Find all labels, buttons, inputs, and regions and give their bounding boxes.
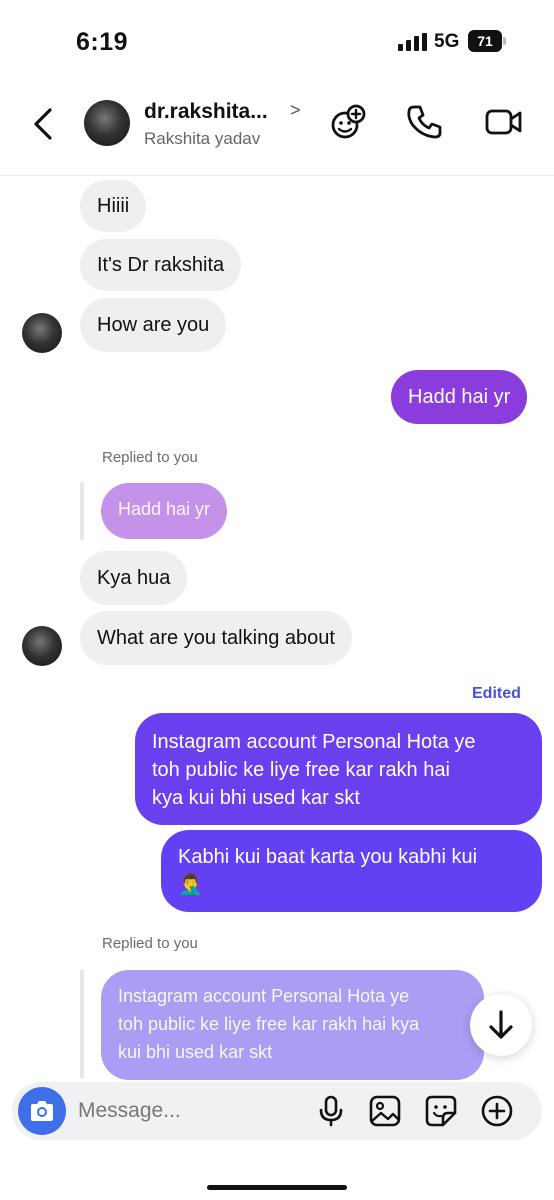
- message-received[interactable]: How are you: [80, 298, 227, 352]
- message-input[interactable]: [78, 1095, 298, 1127]
- camera-icon: [31, 1101, 53, 1121]
- message-received[interactable]: What are you talking about: [80, 611, 352, 665]
- phone-icon[interactable]: [404, 102, 444, 142]
- add-effect-icon[interactable]: [328, 102, 368, 142]
- facepalm-emoji: 🤦‍♂️: [178, 874, 203, 896]
- message-sent[interactable]: Kabhi kui baat karta you kabhi kui 🤦‍♂️: [161, 830, 542, 912]
- battery-tip: [503, 37, 506, 45]
- chevron-right-icon[interactable]: >: [290, 100, 301, 121]
- message-received[interactable]: It's Dr rakshita: [80, 239, 242, 291]
- sender-avatar[interactable]: [22, 313, 62, 353]
- image-icon[interactable]: [368, 1094, 402, 1128]
- message-sent[interactable]: Hadd hai yr: [391, 370, 528, 424]
- status-bar: 6:19 5G 71: [0, 0, 554, 80]
- microphone-icon[interactable]: [314, 1094, 348, 1128]
- message-received[interactable]: Kya hua: [80, 551, 188, 605]
- message-line: Instagram account Personal Hota ye: [152, 731, 476, 753]
- message-sent[interactable]: Instagram account Personal Hota ye toh p…: [135, 713, 542, 825]
- replied-label: Replied to you: [102, 449, 198, 466]
- home-indicator[interactable]: [207, 1185, 347, 1190]
- quoted-message[interactable]: Hadd hai yr: [101, 483, 228, 539]
- contact-display-name[interactable]: Rakshita yadav: [144, 129, 260, 149]
- battery-level: 71: [468, 30, 502, 52]
- arrow-down-icon: [489, 1010, 513, 1039]
- replied-label: Replied to you: [102, 935, 198, 952]
- quoted-message[interactable]: Instagram account Personal Hota ye toh p…: [101, 970, 484, 1080]
- sticker-icon[interactable]: [424, 1094, 458, 1128]
- camera-button[interactable]: [18, 1087, 66, 1135]
- sender-avatar[interactable]: [22, 626, 62, 666]
- quoted-line: Instagram account Personal Hota ye: [118, 986, 410, 1006]
- edited-label: Edited: [472, 685, 521, 702]
- chat-header: dr.rakshita... > Rakshita yadav: [0, 80, 554, 176]
- message-line: Kabhi kui baat karta you kabhi kui: [178, 846, 478, 868]
- scroll-down-button[interactable]: [470, 994, 532, 1056]
- contact-username[interactable]: dr.rakshita...: [144, 100, 268, 124]
- back-chevron-icon[interactable]: [30, 106, 60, 142]
- message-composer: [12, 1082, 542, 1140]
- message-received[interactable]: Hiiii: [80, 180, 147, 232]
- message-line: toh public ke liye free kar rakh hai: [152, 759, 450, 781]
- quoted-line: toh public ke liye free kar rakh hai kya: [118, 1014, 420, 1034]
- message-line: kya kui bhi used kar skt: [152, 787, 360, 809]
- reply-line: [80, 969, 84, 1079]
- network-label: 5G: [434, 31, 460, 52]
- status-time: 6:19: [76, 28, 129, 56]
- video-camera-icon[interactable]: [484, 102, 524, 142]
- battery-icon: 71: [468, 30, 506, 52]
- signal-icon: [398, 33, 427, 51]
- reply-line: [80, 482, 84, 540]
- plus-circle-icon[interactable]: [480, 1094, 514, 1128]
- contact-avatar[interactable]: [84, 100, 130, 146]
- quoted-line: kui bhi used kar skt: [118, 1042, 273, 1062]
